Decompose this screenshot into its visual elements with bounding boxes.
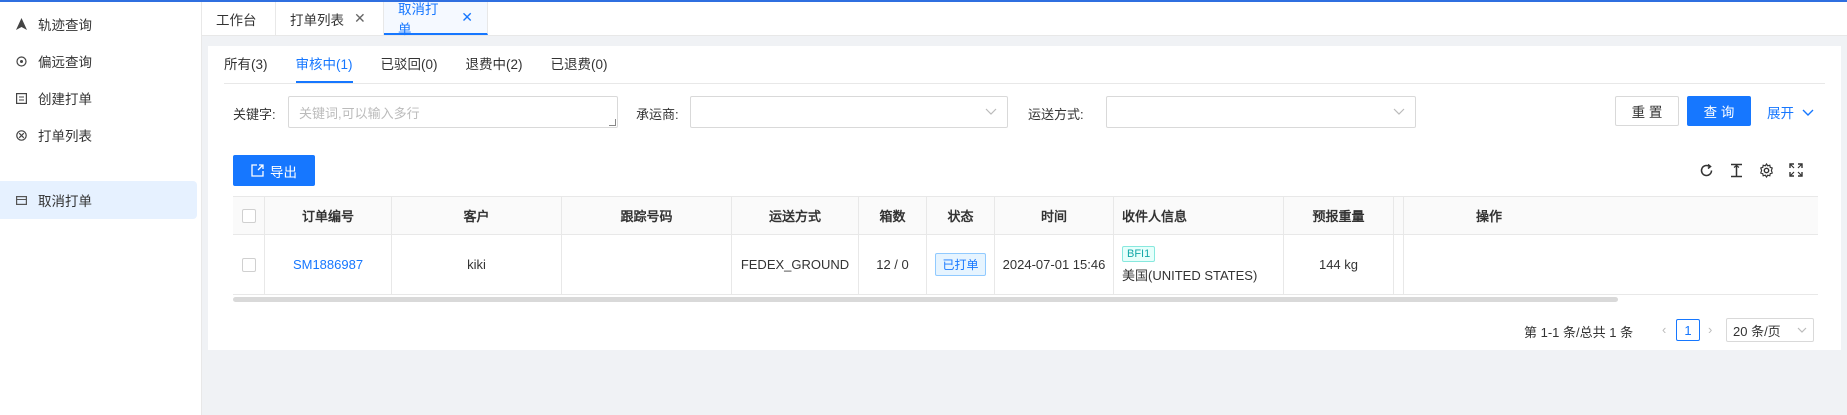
- page-tabs: 工作台 打单列表 ✕ 取消打单 ✕: [202, 1, 1847, 37]
- close-icon[interactable]: ✕: [461, 9, 473, 26]
- order-number-cell: SM1886987: [264, 235, 391, 294]
- column-header[interactable]: 箱数: [858, 197, 926, 234]
- column-header: 操作: [1403, 197, 1574, 234]
- subtab-refunding[interactable]: 退费中(2): [466, 52, 523, 82]
- shipping-method-select[interactable]: [1106, 96, 1416, 128]
- next-page-icon[interactable]: ›: [1708, 322, 1712, 337]
- horizontal-scrollbar[interactable]: [233, 297, 1618, 302]
- tab-workbench[interactable]: 工作台: [202, 2, 276, 35]
- carrier-select[interactable]: [690, 96, 1008, 128]
- content-card: 所有(3) 审核中(1) 已驳回(0) 退费中(2) 已退费(0) 关键字: 关…: [208, 46, 1841, 350]
- column-header[interactable]: 跟踪号码: [561, 197, 731, 234]
- chevron-down-icon: [1393, 103, 1405, 122]
- export-button[interactable]: 导出: [233, 155, 315, 186]
- recipient-country: 美国(UNITED STATES): [1122, 267, 1258, 283]
- export-label: 导出: [270, 164, 297, 180]
- expand-link[interactable]: 展开: [1767, 102, 1814, 122]
- recipient-code-tag: BFI1: [1122, 245, 1156, 262]
- status-cell: 已打单: [926, 235, 994, 294]
- row-select-cell: [233, 235, 264, 294]
- spacer-cell: [1393, 235, 1403, 294]
- reset-button[interactable]: 重 置: [1615, 96, 1679, 126]
- table-header: 订单编号 客户 跟踪号码 运送方式 箱数 状态 时间 收件人信息 预报重量 操作: [233, 196, 1818, 235]
- sidebar-item-label: 轨迹查询: [38, 18, 92, 33]
- card-icon: [14, 193, 28, 207]
- document-icon: [14, 91, 28, 105]
- column-header[interactable]: 客户: [391, 197, 561, 234]
- tab-label: 工作台: [216, 12, 257, 28]
- tab-cancel-label[interactable]: 取消打单 ✕: [384, 1, 488, 37]
- sidebar: 轨迹查询 偏远查询 创建打单 打单列表 取消打单: [0, 2, 202, 415]
- tracking-cell: [561, 235, 731, 294]
- query-button[interactable]: 查 询: [1687, 96, 1751, 126]
- fullscreen-icon[interactable]: [1787, 161, 1805, 179]
- expand-label: 展开: [1767, 106, 1794, 121]
- tab-label-list[interactable]: 打单列表 ✕: [276, 2, 384, 35]
- row-checkbox[interactable]: [241, 257, 256, 272]
- column-header[interactable]: 运送方式: [731, 197, 858, 234]
- tab-label: 打单列表: [290, 12, 344, 28]
- chevron-down-icon: [1802, 106, 1814, 121]
- refresh-icon[interactable]: [1697, 161, 1715, 179]
- resize-handle-icon[interactable]: [609, 119, 616, 126]
- sidebar-item-label: 偏远查询: [38, 55, 92, 70]
- weight-cell: 144 kg: [1283, 235, 1393, 294]
- shipping-method-label: 运送方式:: [1028, 107, 1084, 122]
- column-header[interactable]: 状态: [926, 197, 994, 234]
- subtab-refunded[interactable]: 已退费(0): [551, 52, 608, 82]
- sidebar-item-label: 创建打单: [38, 92, 92, 107]
- time-cell: 2024-07-01 15:46: [994, 235, 1113, 294]
- sidebar-item-cancel-label[interactable]: 取消打单: [0, 181, 197, 219]
- subtabs-divider: [224, 83, 1825, 84]
- select-all-checkbox[interactable]: [241, 208, 256, 223]
- column-header[interactable]: 预报重量: [1283, 197, 1393, 234]
- sidebar-item-label-list[interactable]: 打单列表: [0, 116, 197, 154]
- status-badge: 已打单: [935, 253, 986, 276]
- sidebar-item-label: 打单列表: [38, 129, 92, 144]
- close-icon[interactable]: ✕: [354, 10, 366, 27]
- select-all-cell: [233, 197, 264, 234]
- column-height-icon[interactable]: [1727, 161, 1745, 179]
- column-header-spacer: [1393, 197, 1403, 234]
- order-number-link[interactable]: SM1886987: [293, 257, 363, 272]
- carrier-label: 承运商:: [636, 107, 679, 122]
- status-subtabs: 所有(3) 审核中(1) 已驳回(0) 退费中(2) 已退费(0): [224, 52, 636, 83]
- pagination-summary: 第 1-1 条/总共 1 条: [1524, 325, 1634, 340]
- page-number-current[interactable]: 1: [1676, 319, 1700, 341]
- keyword-label: 关键字:: [233, 107, 276, 122]
- table-row[interactable]: SM1886987 kiki FEDEX_GROUND 12 / 0 已打单 2…: [233, 235, 1818, 295]
- chevron-down-icon: [985, 103, 997, 122]
- shipping-method-cell: FEDEX_GROUND: [731, 235, 858, 294]
- subtab-reviewing[interactable]: 审核中(1): [295, 52, 353, 83]
- sidebar-item-remote-query[interactable]: 偏远查询: [0, 42, 197, 80]
- sidebar-item-label: 取消打单: [38, 194, 92, 209]
- recipient-cell: BFI1 美国(UNITED STATES): [1113, 235, 1283, 294]
- list-circle-icon: [14, 128, 28, 142]
- sidebar-item-create-label[interactable]: 创建打单: [0, 79, 197, 117]
- tab-label: 取消打单: [398, 1, 439, 37]
- keyword-input[interactable]: 关键词,可以输入多行: [288, 96, 618, 128]
- page-size-value: 20 条/页: [1733, 323, 1781, 339]
- column-header[interactable]: 收件人信息: [1113, 197, 1283, 234]
- customer-cell: kiki: [391, 235, 561, 294]
- navigation-arrow-icon: [14, 17, 28, 31]
- sidebar-item-track-query[interactable]: 轨迹查询: [0, 5, 197, 43]
- prev-page-icon[interactable]: ‹: [1662, 322, 1666, 337]
- boxes-cell: 12 / 0: [858, 235, 926, 294]
- keyword-placeholder: 关键词,可以输入多行: [299, 105, 420, 121]
- gear-icon[interactable]: [1757, 161, 1775, 179]
- subtab-all[interactable]: 所有(3): [224, 52, 268, 82]
- actions-cell: [1403, 235, 1574, 294]
- page-size-select[interactable]: 20 条/页: [1726, 318, 1814, 342]
- column-header[interactable]: 时间: [994, 197, 1113, 234]
- export-icon: [251, 164, 264, 177]
- chevron-down-icon: [1797, 323, 1807, 340]
- target-icon: [14, 54, 28, 68]
- column-header[interactable]: 订单编号: [264, 197, 391, 234]
- subtab-rejected[interactable]: 已驳回(0): [381, 52, 438, 82]
